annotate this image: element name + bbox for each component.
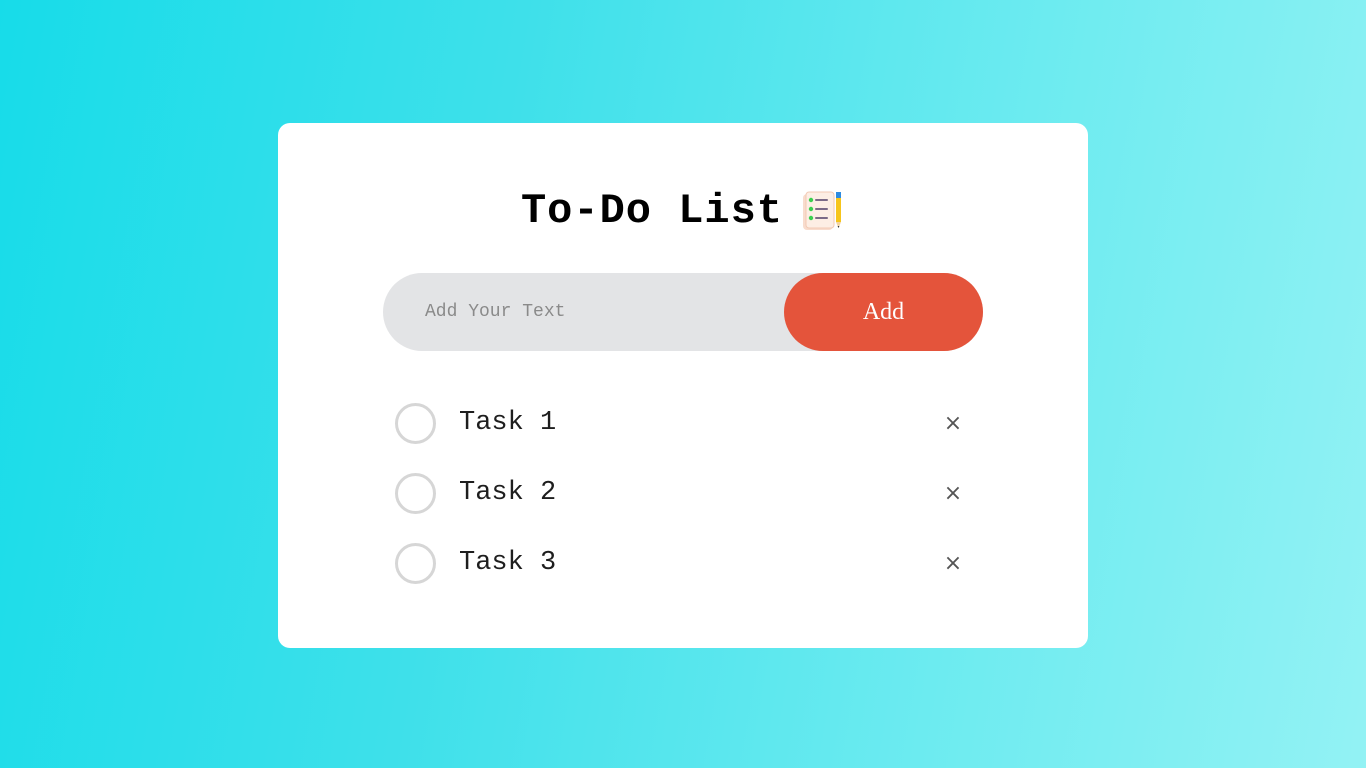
add-task-row: Add: [383, 273, 983, 351]
task-label: Task 2: [459, 478, 557, 508]
task-list: Task 1 × Task 2 × Task 3 ×: [395, 388, 975, 598]
close-icon[interactable]: ×: [938, 408, 968, 438]
todo-card: To-Do List Add Task 1: [278, 123, 1088, 648]
task-label: Task 3: [459, 548, 557, 578]
add-button[interactable]: Add: [784, 273, 983, 351]
task-label: Task 1: [459, 408, 557, 438]
notepad-pencil-icon: [799, 188, 845, 234]
close-icon[interactable]: ×: [938, 478, 968, 508]
task-item[interactable]: Task 3 ×: [395, 528, 975, 598]
task-item[interactable]: Task 2 ×: [395, 458, 975, 528]
unchecked-circle-icon[interactable]: [395, 402, 436, 444]
unchecked-circle-icon[interactable]: [395, 542, 436, 584]
unchecked-circle-icon[interactable]: [395, 472, 436, 514]
close-icon[interactable]: ×: [938, 548, 968, 578]
task-item[interactable]: Task 1 ×: [395, 388, 975, 458]
page-title: To-Do List: [520, 187, 784, 235]
task-input[interactable]: [383, 273, 783, 351]
header: To-Do List: [278, 187, 1088, 235]
